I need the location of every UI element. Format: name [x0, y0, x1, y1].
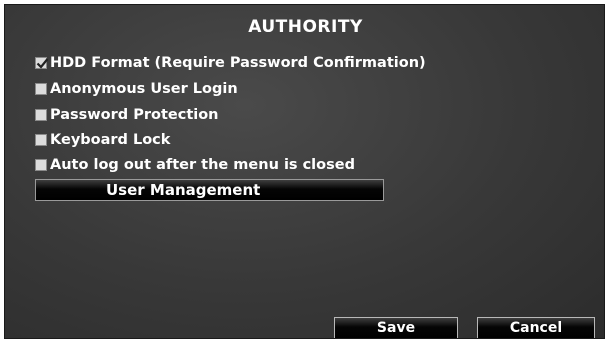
- check-mark-icon: [36, 58, 49, 69]
- authority-dialog: AUTHORITY HDD Format (Require Password C…: [4, 4, 605, 339]
- option-hdd-format[interactable]: HDD Format (Require Password Confirmatio…: [35, 54, 426, 72]
- dialog-title: AUTHORITY: [248, 17, 363, 37]
- option-password-protection[interactable]: Password Protection: [35, 106, 219, 124]
- user-management-button[interactable]: User Management: [35, 179, 384, 201]
- anonymous-user-login-label: Anonymous User Login: [50, 81, 238, 97]
- hdd-format-checkbox[interactable]: [35, 57, 49, 69]
- keyboard-lock-checkbox[interactable]: [35, 134, 47, 146]
- password-protection-checkbox[interactable]: [35, 109, 47, 121]
- keyboard-lock-label: Keyboard Lock: [50, 132, 171, 148]
- cancel-button[interactable]: Cancel: [477, 317, 595, 338]
- option-anonymous-user-login[interactable]: Anonymous User Login: [35, 80, 238, 98]
- auto-logout-checkbox[interactable]: [35, 159, 47, 171]
- password-protection-label: Password Protection: [50, 107, 219, 123]
- save-button[interactable]: Save: [334, 317, 458, 338]
- hdd-format-label: HDD Format (Require Password Confirmatio…: [50, 55, 426, 71]
- anonymous-user-login-checkbox[interactable]: [35, 83, 47, 95]
- option-auto-logout[interactable]: Auto log out after the menu is closed: [35, 156, 355, 174]
- option-keyboard-lock[interactable]: Keyboard Lock: [35, 131, 170, 149]
- auto-logout-label: Auto log out after the menu is closed: [50, 157, 355, 173]
